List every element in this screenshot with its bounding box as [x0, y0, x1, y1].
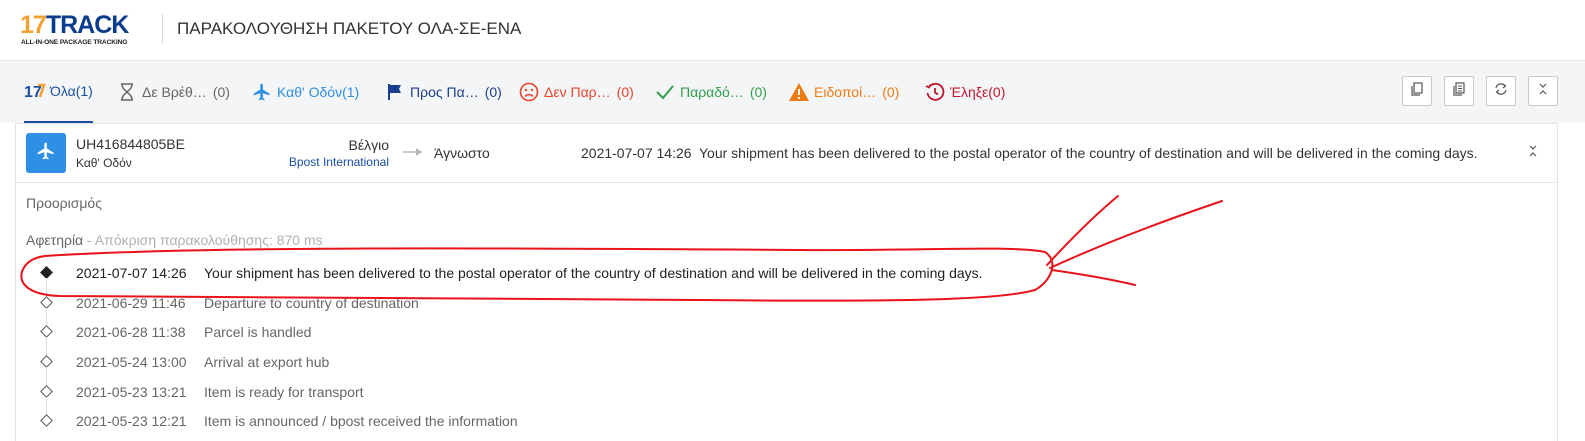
17-logo-icon: 17 [24, 80, 46, 102]
tracking-response-time: - Απόκριση παρακολούθησης: 870 ms [83, 232, 323, 248]
tracking-event: 2021-05-23 12:21 Item is announced / bpo… [16, 406, 1216, 436]
shipment-card: UH416844805BE Καθ' Οδόν Βέλγιο Bpost Int… [15, 123, 1558, 441]
page-title: ΠΑΡΑΚΟΛΟΥΘΗΣΗ ΠΑΚΕΤΟΥ ΟΛΑ-ΣΕ-ΕΝΑ [177, 19, 522, 38]
event-marker-icon [40, 325, 53, 338]
tab-all[interactable]: 17 Όλα(1) [24, 61, 93, 123]
tab-not-found[interactable]: Δε Βρέθ… (0) [116, 61, 230, 123]
tab-expired[interactable]: Έληξε(0) [924, 61, 1005, 123]
carrier-link[interactable]: Bpost International [289, 155, 389, 169]
tab-label: Όλα(1) [50, 83, 93, 99]
event-time: 2021-06-28 11:38 [76, 324, 186, 340]
tab-label: Παραδό… [680, 84, 744, 100]
logo-tagline: ALL-IN-ONE PACKAGE TRACKING [21, 39, 128, 46]
tracking-event: 2021-05-23 13:21 Item is ready for trans… [16, 377, 1216, 417]
header-divider [162, 14, 163, 44]
event-description: Item is ready for transport [204, 384, 364, 400]
warning-icon [788, 81, 810, 103]
page: 17TRACK ALL-IN-ONE PACKAGE TRACKING ΠΑΡΑ… [0, 0, 1585, 441]
check-icon [654, 81, 676, 103]
tab-label: Έληξε(0) [950, 84, 1006, 100]
status-tabs-bar: 17 Όλα(1) Δε Βρέθ… (0) Καθ' Οδόν(1) Προς… [0, 61, 1585, 123]
tab-count: (0) [749, 84, 767, 100]
plane-icon [251, 81, 273, 103]
tab-label: Ειδοποί… [814, 84, 877, 100]
origin-section-label: Αφετηρία [26, 232, 84, 248]
tab-count: (0) [616, 84, 634, 100]
sad-face-icon [518, 81, 540, 103]
tab-count: (0) [212, 84, 230, 100]
tracking-event: 2021-05-24 13:00 Arrival at export hub [16, 347, 1216, 387]
refresh-icon [1494, 82, 1508, 101]
copy-icon [1410, 81, 1424, 101]
event-marker-icon [40, 385, 53, 398]
collapse-all-button[interactable] [1528, 76, 1558, 106]
collapse-all-icon [1536, 82, 1550, 101]
tab-label: Δε Βρέθ… [142, 84, 207, 100]
tracking-event: 2021-06-28 11:38 Parcel is handled [16, 317, 1216, 357]
event-time: 2021-05-24 13:00 [76, 354, 187, 370]
tab-label: Καθ' Οδόν(1) [277, 84, 360, 100]
plane-icon [36, 141, 56, 166]
latest-event-description: Your shipment has been delivered to the … [699, 145, 1478, 161]
tab-count: (0) [882, 84, 900, 100]
event-description: Item is announced / bpost received the i… [204, 413, 518, 429]
copy-all-button[interactable] [1444, 76, 1474, 106]
event-marker-icon [40, 266, 53, 279]
tab-label: Προς Πα… [410, 84, 479, 100]
status-plane-badge [26, 133, 66, 173]
tab-label: Δεν Παρ… [544, 84, 611, 100]
flag-icon [384, 81, 406, 103]
tab-delivered[interactable]: Παραδό… (0) [654, 61, 767, 123]
tracking-event: 2021-06-29 11:46 Departure to country of… [16, 288, 1216, 328]
tab-alert[interactable]: Ειδοποί… (0) [788, 61, 899, 123]
tab-count: (0) [484, 84, 502, 100]
hourglass-icon [116, 81, 138, 103]
tab-in-transit[interactable]: Καθ' Οδόν(1) [251, 61, 359, 123]
origin-country: Βέλγιο [348, 137, 389, 153]
tab-pickup[interactable]: Προς Πα… (0) [384, 61, 502, 123]
event-marker-icon [40, 355, 53, 368]
17track-logo[interactable]: 17TRACK ALL-IN-ONE PACKAGE TRACKING [20, 11, 150, 51]
logo-wordmark: 17TRACK [20, 11, 129, 39]
event-description: Arrival at export hub [204, 354, 330, 370]
event-description: Your shipment has been delivered to the … [204, 265, 983, 281]
copy-button[interactable] [1402, 76, 1432, 106]
event-marker-icon [40, 414, 53, 427]
event-description: Departure to country of destination [204, 295, 419, 311]
event-description: Parcel is handled [204, 324, 312, 340]
collapse-details-button[interactable] [1523, 143, 1543, 163]
refresh-button[interactable] [1486, 76, 1516, 106]
event-marker-icon [40, 296, 53, 309]
event-time: 2021-05-23 13:21 [76, 384, 187, 400]
shipment-summary-row[interactable]: UH416844805BE Καθ' Οδόν Βέλγιο Bpost Int… [16, 124, 1557, 183]
event-time: 2021-06-29 11:46 [76, 295, 186, 311]
tab-undelivered[interactable]: Δεν Παρ… (0) [518, 61, 634, 123]
route-arrow-icon [402, 144, 426, 160]
event-time: 2021-07-07 14:26 [76, 265, 187, 281]
destination-section-label: Προορισμός [26, 195, 102, 211]
copy-all-icon [1452, 81, 1466, 101]
destination-country: Άγνωστο [434, 145, 490, 161]
origin-section-header: Αφετηρία - Απόκριση παρακολούθησης: 870 … [26, 232, 323, 248]
tracking-event: 2021-07-07 14:26 Your shipment has been … [16, 258, 1216, 298]
collapse-icon [1527, 144, 1539, 163]
latest-event-time: 2021-07-07 14:26 [581, 145, 692, 161]
shipment-status: Καθ' Οδόν [76, 156, 132, 170]
tracking-number[interactable]: UH416844805BE [76, 136, 185, 152]
history-clock-icon [924, 81, 946, 103]
event-time: 2021-05-23 12:21 [76, 413, 187, 429]
header: 17TRACK ALL-IN-ONE PACKAGE TRACKING ΠΑΡΑ… [0, 0, 1585, 61]
